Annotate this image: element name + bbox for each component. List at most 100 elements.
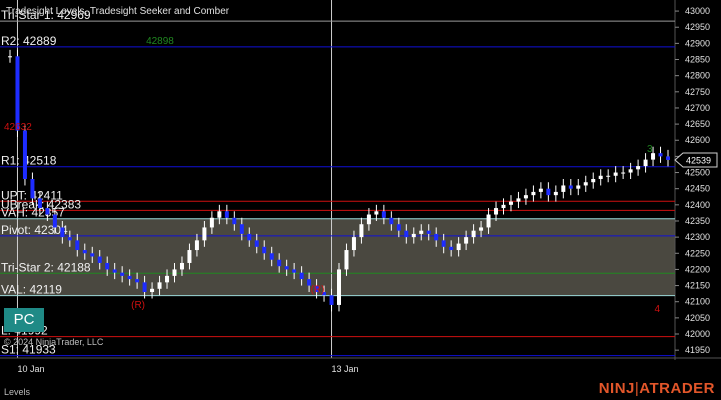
bar-body [75, 240, 80, 251]
bar-body [157, 282, 162, 289]
level-label-r1: R1: 42518 [1, 154, 57, 168]
x-tick-label: 13 Jan [332, 364, 359, 374]
bar-body [254, 240, 259, 247]
bar-body [112, 269, 117, 273]
bar-body [389, 217, 394, 225]
bar-body [598, 175, 603, 179]
y-tick-label: 42400 [685, 200, 710, 210]
bar-body [202, 227, 207, 241]
bar-body [501, 204, 506, 209]
annotation-label: 42898 [146, 36, 174, 47]
bar-body [292, 269, 297, 273]
bar-body [22, 130, 27, 179]
y-tick-label: 42600 [685, 135, 710, 145]
annotation-label: 42632 [4, 122, 32, 133]
bar-body [351, 237, 356, 251]
bar-body [374, 211, 379, 215]
bar-body [613, 172, 618, 176]
bar-body [15, 56, 20, 131]
bar-body [359, 224, 364, 238]
bar-body [45, 208, 50, 215]
bar-body [269, 253, 274, 260]
bar-body [606, 175, 611, 177]
y-tick-label: 42750 [685, 87, 710, 97]
bar-body [172, 269, 177, 276]
bar-body [232, 217, 237, 225]
annotation-label: (R) [131, 300, 145, 311]
bar-body [179, 262, 184, 270]
y-tick-label: 42250 [685, 248, 710, 258]
bar-body [247, 233, 252, 241]
bar-body [165, 275, 170, 283]
bar-body [538, 188, 543, 192]
y-tick-label: 42500 [685, 168, 710, 178]
bar-body [8, 56, 12, 58]
current-price-label: 42539 [686, 155, 711, 165]
copyright-text: © 2024 NinjaTrader, LLC [4, 337, 104, 347]
bar-body [508, 201, 513, 205]
bar-body [381, 211, 386, 218]
annotation-label: 3 [647, 144, 653, 155]
bar-body [90, 253, 95, 257]
bar-body [479, 227, 484, 231]
chart-title: Tradesight Levels, Tradesight Seeker and… [6, 6, 230, 17]
bar-body [411, 233, 416, 238]
bar-body [621, 172, 626, 174]
pc-badge[interactable]: PC [4, 308, 44, 332]
annotation-label: (R) [311, 285, 325, 296]
y-tick-label: 42900 [685, 38, 710, 48]
bar-body [67, 237, 72, 241]
y-tick-label: 42800 [685, 71, 710, 81]
chart-canvas[interactable]: Tri-Star 1: 42969R2: 42889R1: 42518UPT: … [0, 0, 721, 400]
x-tick-label: 10 Jan [17, 364, 44, 374]
bar-body [150, 288, 155, 293]
level-label-r2: R2: 42889 [1, 34, 57, 48]
y-tick-label: 42100 [685, 297, 710, 307]
bar-body [628, 169, 633, 173]
bar-body [187, 250, 192, 263]
bar-body [561, 185, 566, 192]
panel-label: Levels [4, 387, 31, 397]
bar-body [419, 230, 424, 234]
y-tick-label: 43000 [685, 6, 710, 16]
bar-body [37, 198, 42, 209]
level-label-tri-star-2: Tri-Star 2: 42188 [1, 260, 91, 274]
bar-body [441, 240, 446, 247]
y-tick-label: 42200 [685, 264, 710, 274]
bar-body [494, 208, 499, 215]
bar-body [60, 227, 65, 238]
y-tick-label: 42700 [685, 103, 710, 113]
y-tick-label: 42300 [685, 232, 710, 242]
bar-body [434, 233, 439, 241]
bar-body [284, 266, 289, 270]
bar-body [523, 195, 528, 199]
level-label-val: VAL: 42119 [1, 283, 62, 297]
bar-body [591, 179, 596, 183]
bar-body [97, 256, 102, 263]
level-label-pivot: Pivot: 42304 [1, 223, 68, 237]
bar-body [396, 224, 401, 231]
bar-body [82, 250, 87, 254]
bar-body [553, 191, 558, 196]
y-tick-label: 42050 [685, 313, 710, 323]
y-tick-label: 42650 [685, 119, 710, 129]
bar-body [344, 250, 349, 270]
bar-body [531, 191, 536, 196]
bar-body [120, 272, 125, 276]
y-tick-label: 42350 [685, 216, 710, 226]
chart-root: Tri-Star 1: 42969 R2: 42889 R1: 42518 UPT: … [0, 0, 721, 400]
y-tick-label: 42000 [685, 329, 710, 339]
bar-body [277, 259, 282, 267]
bar-body [224, 211, 229, 218]
bar-body [299, 272, 304, 280]
bar-body [568, 185, 573, 189]
bar-body [30, 179, 35, 199]
bar-body [262, 246, 267, 254]
bar-body [456, 243, 461, 251]
bar-body [329, 295, 334, 305]
bar-body [643, 159, 648, 167]
y-tick-label: 42850 [685, 55, 710, 65]
bar-body [366, 214, 371, 225]
bar-body [142, 282, 147, 293]
y-tick-label: 41950 [685, 345, 710, 355]
